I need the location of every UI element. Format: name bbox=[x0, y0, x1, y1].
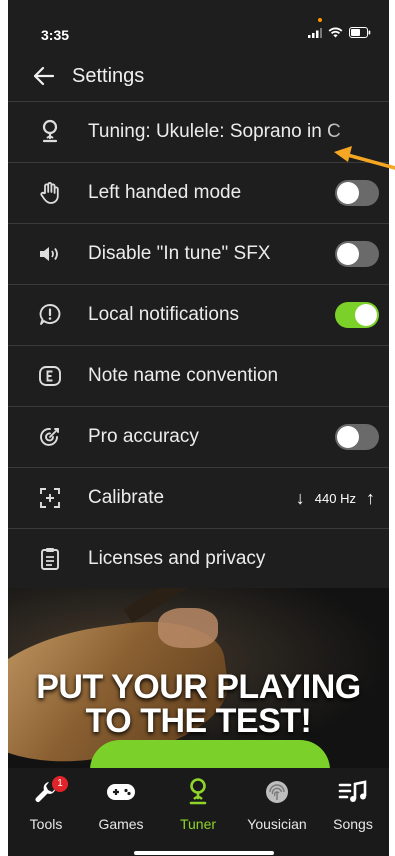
annotation-arrow-icon bbox=[334, 146, 395, 170]
